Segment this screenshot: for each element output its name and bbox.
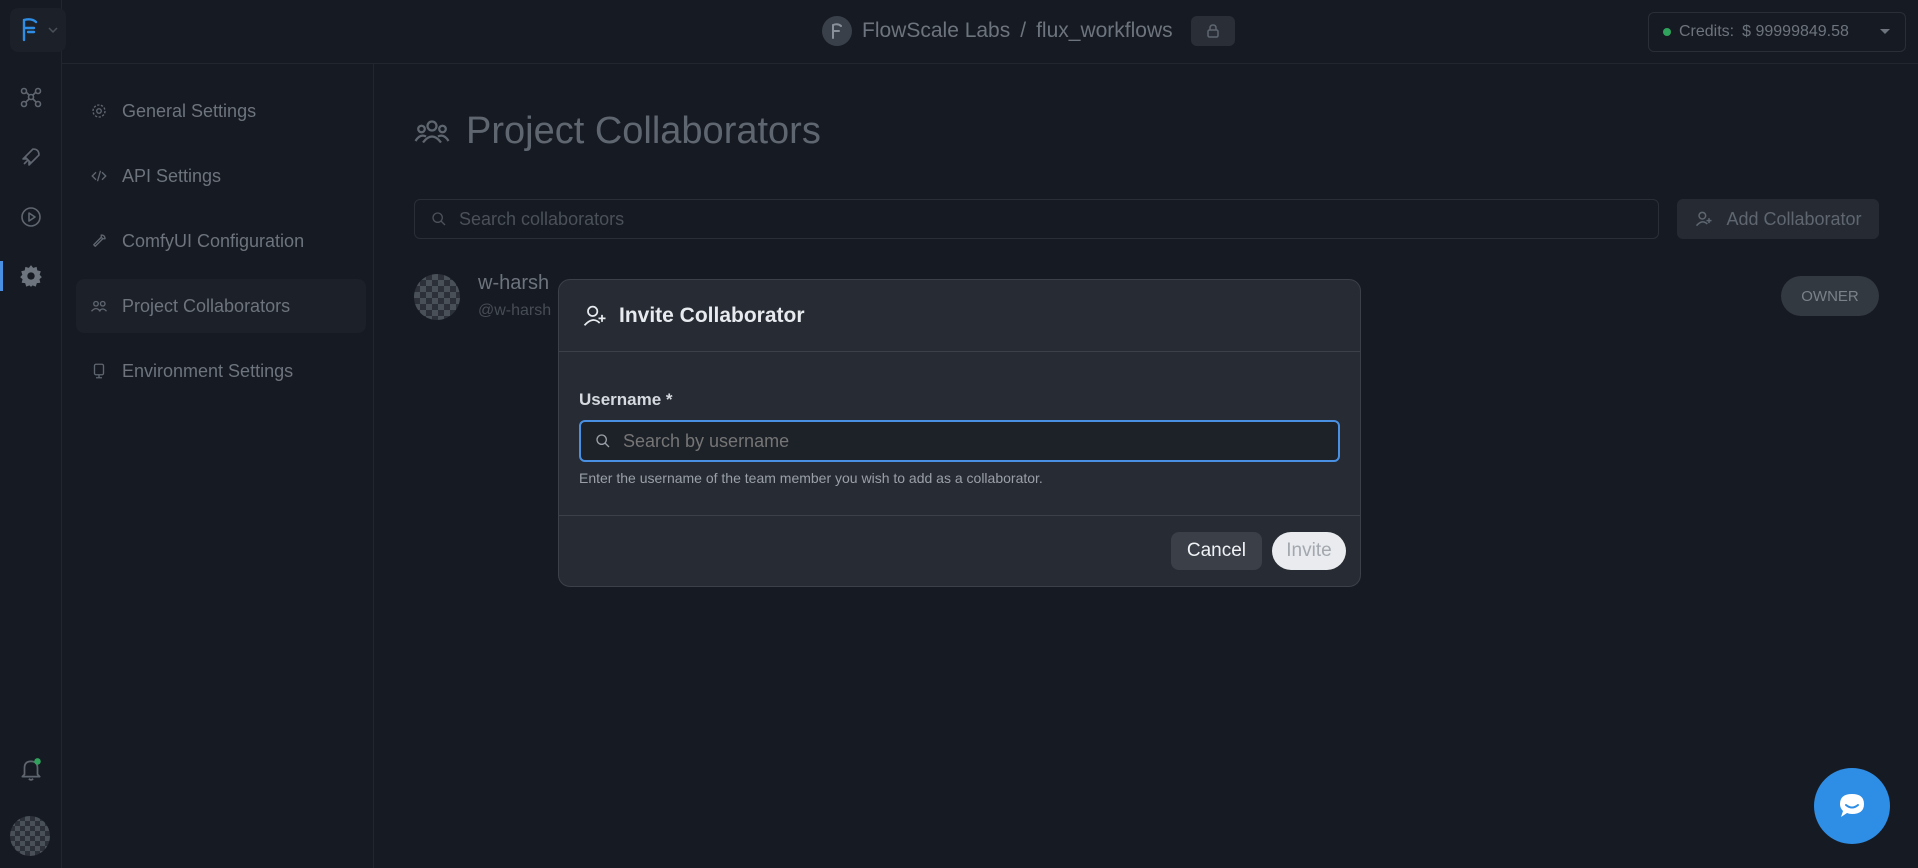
server-icon	[93, 363, 105, 379]
search-placeholder: Search collaborators	[459, 208, 625, 229]
collaborator-handle: @w-harsh	[478, 302, 552, 319]
project-name-link[interactable]: flux_workflows	[1036, 19, 1173, 43]
sidebar-item-label: API Settings	[122, 165, 222, 186]
dialog-title: Invite Collaborator	[619, 303, 805, 327]
sidebar-item-label: General Settings	[122, 100, 257, 121]
flowscale-logo[interactable]	[10, 8, 66, 52]
rocket-icon[interactable]	[16, 142, 46, 172]
org-avatar	[822, 16, 852, 46]
add-collaborator-label: Add Collaborator	[1726, 208, 1862, 229]
sidebar-item-project-collaborators[interactable]: Project Collaborators	[76, 279, 366, 333]
collaborator-search-input[interactable]: Search collaborators	[414, 199, 1659, 239]
lock-icon[interactable]	[1190, 16, 1235, 46]
invite-collaborator-dialog: Invite Collaborator Username * Enter the…	[558, 279, 1361, 587]
collaborator-name: w-harsh	[478, 272, 550, 294]
search-icon	[432, 212, 446, 226]
users-icon	[90, 300, 108, 312]
breadcrumb: FlowScale Labs / flux_workflows	[822, 16, 1235, 46]
settings-sidebar: General Settings API Settings ComfyUI Co…	[62, 64, 374, 868]
credits-value: $ 99999849.58	[1742, 23, 1849, 40]
search-icon	[596, 434, 610, 448]
dialog-body: Username * Enter the username of the tea…	[559, 352, 1360, 516]
rail-active-indicator	[0, 261, 3, 291]
breadcrumb-separator: /	[1020, 19, 1027, 42]
sidebar-item-api-settings[interactable]: API Settings	[76, 149, 366, 203]
users-icon	[414, 119, 450, 143]
sidebar-item-comfyui-configuration[interactable]: ComfyUI Configuration	[76, 214, 366, 268]
avatar	[414, 274, 460, 320]
user-avatar[interactable]	[10, 816, 50, 856]
chevron-down-icon	[1880, 29, 1890, 34]
org-name-link[interactable]: FlowScale Labs	[862, 19, 1010, 43]
page-title: Project Collaborators	[414, 110, 821, 153]
sidebar-item-environment-settings[interactable]: Environment Settings	[76, 344, 366, 398]
add-collaborator-button[interactable]: Add Collaborator	[1677, 199, 1879, 239]
code-icon	[91, 170, 107, 182]
top-bar: FlowScale Labs / flux_workflows Credits:…	[62, 0, 1918, 64]
sidebar-item-general-settings[interactable]: General Settings	[76, 84, 366, 138]
sidebar-item-label: Environment Settings	[122, 360, 294, 381]
chat-button[interactable]	[1814, 768, 1890, 844]
sidebar-item-label: Project Collaborators	[122, 295, 291, 316]
workflows-icon[interactable]	[16, 82, 46, 112]
dialog-footer: Cancel Invite	[559, 516, 1360, 586]
credits-dropdown[interactable]: Credits: $ 99999849.58	[1648, 12, 1906, 52]
add-user-icon	[1696, 211, 1712, 227]
username-label: Username *	[579, 390, 673, 409]
invite-button[interactable]: Invite	[1272, 532, 1346, 570]
play-icon[interactable]	[16, 202, 46, 232]
username-search-input[interactable]	[623, 430, 1338, 452]
status-dot	[1663, 28, 1671, 36]
username-input-wrap	[579, 420, 1340, 462]
settings-gear-icon[interactable]	[16, 261, 46, 291]
chat-bubble-icon	[1840, 794, 1864, 817]
gear-icon	[92, 104, 106, 118]
add-user-icon	[583, 305, 606, 326]
sidebar-item-label: ComfyUI Configuration	[122, 230, 305, 251]
app-rail	[0, 0, 66, 868]
cancel-button[interactable]: Cancel	[1170, 532, 1262, 570]
credits-label: Credits:	[1679, 23, 1735, 40]
wrench-icon	[93, 234, 106, 247]
page-title-text: Project Collaborators	[466, 110, 821, 152]
status-badge: OWNER	[1781, 276, 1879, 316]
username-help-text: Enter the username of the team member yo…	[579, 470, 1043, 486]
notification-bell-icon[interactable]	[16, 754, 46, 784]
dialog-header: Invite Collaborator	[559, 280, 1360, 352]
